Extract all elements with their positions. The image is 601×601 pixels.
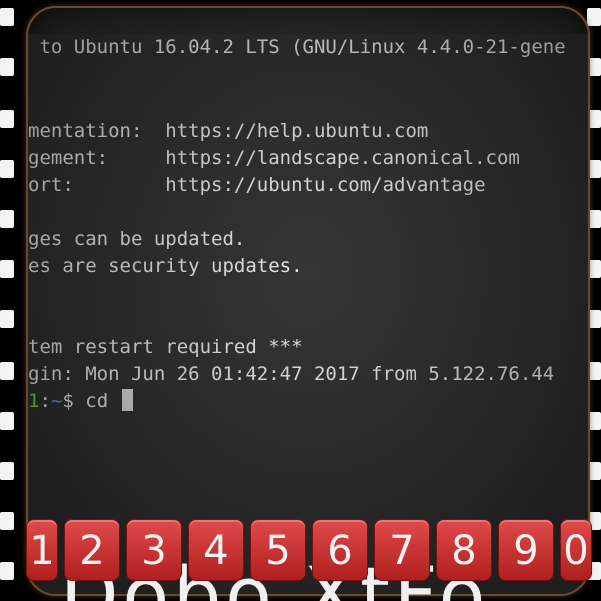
number-key-1[interactable]: 1 xyxy=(26,519,58,581)
terminal-line: tem restart required *** xyxy=(28,336,303,358)
film-perforation xyxy=(0,210,14,228)
film-perforation xyxy=(0,562,14,580)
prompt-host: 1 xyxy=(28,390,40,412)
film-perforation xyxy=(0,412,14,430)
number-key-9[interactable]: 9 xyxy=(498,519,554,581)
number-key-4[interactable]: 4 xyxy=(188,519,244,581)
number-key-8[interactable]: 8 xyxy=(436,519,492,581)
film-perforation xyxy=(0,58,14,76)
film-perforation xyxy=(0,160,14,178)
terminal-line: ges can be updated. xyxy=(28,228,246,250)
terminal-line: mentation: https://help.ubuntu.com xyxy=(28,120,429,142)
terminal-output[interactable]: to Ubuntu 16.04.2 LTS (GNU/Linux 4.4.0-2… xyxy=(28,34,588,594)
film-perforation xyxy=(0,8,14,26)
film-perforation xyxy=(0,462,14,480)
text-cursor xyxy=(121,389,133,411)
film-perforation xyxy=(0,110,14,128)
prompt-symbol: $ xyxy=(62,390,74,412)
prompt-path: ~ xyxy=(50,390,63,412)
number-key-row: 1 2 3 4 5 6 7 8 9 0 xyxy=(26,519,592,589)
terminal-line: to Ubuntu 16.04.2 LTS (GNU/Linux 4.4.0-2… xyxy=(28,36,566,58)
film-perforation xyxy=(0,310,14,328)
command-input[interactable]: cd xyxy=(85,390,108,412)
terminal-line: ort: https://ubuntu.com/advantage xyxy=(28,174,486,196)
film-perforation xyxy=(0,512,14,530)
terminal-line: gin: Mon Jun 26 01:42:47 2017 from 5.122… xyxy=(28,363,555,385)
prompt-separator: : xyxy=(39,390,51,412)
film-perforation xyxy=(0,260,14,278)
number-key-6[interactable]: 6 xyxy=(312,519,368,581)
number-key-2[interactable]: 2 xyxy=(64,519,120,581)
film-perforation xyxy=(0,362,14,380)
terminal-line: gement: https://landscape.canonical.com xyxy=(28,147,520,169)
command-prompt[interactable]: 1:~$ cd xyxy=(28,388,133,415)
number-key-7[interactable]: 7 xyxy=(374,519,430,581)
film-perforation xyxy=(587,8,601,26)
terminal-line: es are security updates. xyxy=(28,255,303,277)
number-key-3[interactable]: 3 xyxy=(126,519,182,581)
terminal-frame: to Ubuntu 16.04.2 LTS (GNU/Linux 4.4.0-2… xyxy=(26,6,590,596)
number-key-0[interactable]: 0 xyxy=(560,519,592,581)
number-key-5[interactable]: 5 xyxy=(250,519,306,581)
